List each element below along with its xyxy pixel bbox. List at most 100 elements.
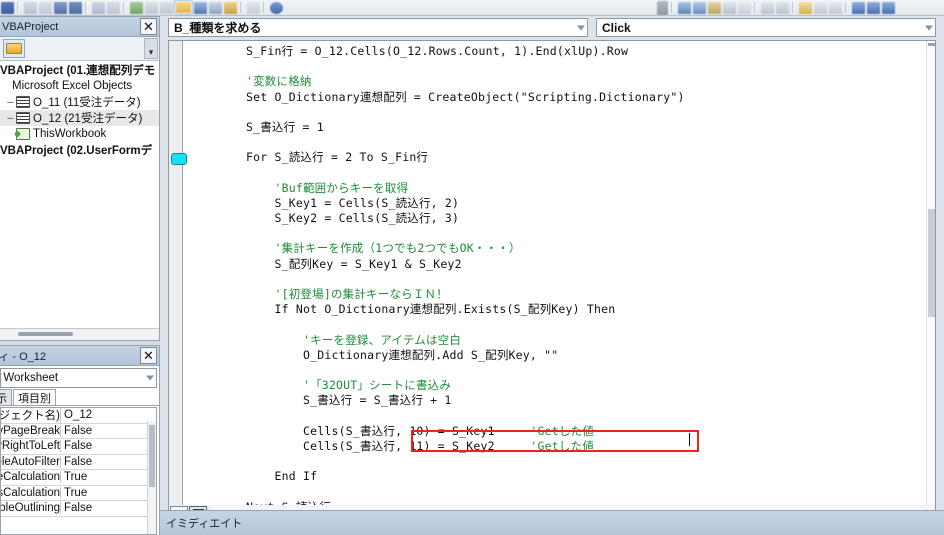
- code-line[interactable]: S_書込行 = 1: [189, 120, 925, 135]
- code-line[interactable]: O_Dictionary連想配列.Add S_配列Key, "": [189, 348, 925, 363]
- code-line[interactable]: '[初登場]の集計キーならＩＮ！: [189, 287, 925, 302]
- property-row[interactable]: (オブジェクト名) O_12: [1, 408, 156, 424]
- scrollbar-thumb[interactable]: [149, 425, 155, 487]
- code-line[interactable]: '変数に格納: [189, 74, 925, 89]
- code-line[interactable]: Cells(S_書込行, 10) = S_Key1 'Getした値: [189, 424, 925, 439]
- property-value[interactable]: True: [61, 471, 156, 483]
- tree-item-thisworkbook[interactable]: ThisWorkbook: [0, 126, 159, 142]
- property-row[interactable]: DisplayRightToLeft False: [1, 439, 156, 455]
- expander-icon[interactable]: ─: [6, 113, 15, 123]
- close-icon[interactable]: ✕: [140, 347, 157, 364]
- object-combo[interactable]: B_種類を求める: [168, 18, 588, 37]
- bring-front-icon[interactable]: [799, 1, 812, 14]
- property-value[interactable]: True: [61, 487, 156, 499]
- properties-tabs[interactable]: 全体表示 項目別: [0, 388, 159, 406]
- properties-object-select[interactable]: O_12 Worksheet: [0, 368, 157, 388]
- procedure-combo[interactable]: Click: [596, 18, 936, 37]
- code-line[interactable]: [189, 166, 925, 181]
- code-line[interactable]: [189, 105, 925, 120]
- tab-alphabetic[interactable]: 全体表示: [0, 389, 12, 405]
- zoom-out-icon[interactable]: [867, 1, 880, 14]
- redo-icon[interactable]: [39, 1, 52, 14]
- panel-resize-handle[interactable]: ▾: [144, 38, 158, 59]
- code-line[interactable]: [189, 272, 925, 287]
- tree-item-sheet-o12[interactable]: ─ O_12 (21受注データ): [0, 110, 159, 126]
- center-form-icon[interactable]: [723, 1, 736, 14]
- tree-item-project-01[interactable]: VBAProject (01.連想配列デモ: [0, 62, 159, 78]
- properties-window-icon[interactable]: [209, 1, 222, 14]
- code-line[interactable]: S_Key2 = Cells(S_読込行, 3): [189, 211, 925, 226]
- properties-grid[interactable]: (オブジェクト名) O_12 DisplayPageBreak False Di…: [0, 407, 157, 535]
- code-line[interactable]: [189, 317, 925, 332]
- run-macro-icon[interactable]: [130, 1, 143, 14]
- code-margin-indicator-bar[interactable]: [169, 41, 187, 505]
- toolbox-icon[interactable]: [247, 1, 260, 14]
- project-explorer-toolbar[interactable]: ▾: [0, 37, 159, 61]
- code-line[interactable]: '「32OUT」シートに書込み: [189, 378, 925, 393]
- excel-view-icon[interactable]: [1, 1, 14, 14]
- arrange-icon[interactable]: [738, 1, 751, 14]
- property-row[interactable]: EnableFormatConditionsCalculation True: [1, 486, 156, 501]
- align-top-icon[interactable]: [814, 1, 827, 14]
- undo-icon[interactable]: [24, 1, 37, 14]
- property-value[interactable]: False: [61, 425, 156, 437]
- zoom-in-icon[interactable]: [852, 1, 865, 14]
- code-line[interactable]: S_Fin行 = O_12.Cells(O_12.Rows.Count, 1).…: [189, 44, 925, 59]
- align-bottom-icon[interactable]: [829, 1, 842, 14]
- zoom-reset-icon[interactable]: [882, 1, 895, 14]
- code-vscrollbar[interactable]: [926, 41, 935, 505]
- property-row[interactable]: EnableAutoFilter False: [1, 455, 156, 470]
- tab-categorized[interactable]: 項目別: [13, 389, 56, 405]
- code-line[interactable]: 'キーを登録、アイテムは空白: [189, 333, 925, 348]
- scroll-up-arrow[interactable]: [928, 43, 935, 46]
- tree-item-sheet-o11[interactable]: ─ O_11 (11受注データ): [0, 94, 159, 110]
- tree-item-project-02[interactable]: VBAProject (02.UserFormデ: [0, 142, 159, 158]
- code-line[interactable]: [189, 409, 925, 424]
- toggle-folders-button[interactable]: [3, 39, 25, 58]
- chevron-down-icon[interactable]: [146, 375, 154, 381]
- dropdown-icon[interactable]: [657, 0, 668, 15]
- scrollbar-thumb[interactable]: [18, 332, 73, 336]
- close-icon[interactable]: ✕: [140, 18, 157, 35]
- code-line[interactable]: '集計キーを作成（1つでも2つでもOK・・・）: [189, 241, 925, 256]
- property-value[interactable]: False: [61, 502, 156, 514]
- code-line[interactable]: For S_読込行 = 2 To S_Fin行: [189, 150, 925, 165]
- code-line[interactable]: If Not O_Dictionary連想配列.Exists(S_配列Key) …: [189, 302, 925, 317]
- make-same-size-icon[interactable]: [708, 1, 721, 14]
- property-row[interactable]: DisplayPageBreak False: [1, 424, 156, 439]
- code-line[interactable]: [189, 59, 925, 74]
- help-icon[interactable]: [270, 1, 283, 14]
- code-line[interactable]: [189, 135, 925, 150]
- paste-icon[interactable]: [107, 1, 120, 14]
- align-center-icon[interactable]: [693, 1, 706, 14]
- cut-icon[interactable]: [69, 1, 82, 14]
- code-line[interactable]: S_配列Key = S_Key1 & S_Key2: [189, 257, 925, 272]
- project-tree[interactable]: VBAProject (01.連想配列デモ Microsoft Excel Ob…: [0, 61, 159, 328]
- tree-item-excel-objects[interactable]: Microsoft Excel Objects: [0, 78, 159, 94]
- project-tree-hscrollbar[interactable]: [0, 328, 159, 340]
- break-icon[interactable]: [145, 1, 158, 14]
- code-line[interactable]: Cells(S_書込行, 11) = S_Key2 'Getした値: [189, 439, 925, 454]
- expander-icon[interactable]: ─: [6, 97, 15, 107]
- property-value[interactable]: False: [61, 440, 156, 452]
- group-icon[interactable]: [761, 1, 774, 14]
- code-editor[interactable]: S_Fin行 = O_12.Cells(O_12.Rows.Count, 1).…: [168, 40, 936, 506]
- code-line[interactable]: 'Buf範囲からキーを取得: [189, 181, 925, 196]
- code-line[interactable]: End If: [189, 469, 925, 484]
- save-icon[interactable]: [54, 1, 67, 14]
- chevron-down-icon[interactable]: [577, 25, 585, 30]
- properties-vscrollbar[interactable]: [147, 421, 156, 534]
- code-line[interactable]: [189, 454, 925, 469]
- property-value[interactable]: False: [61, 456, 156, 468]
- property-row[interactable]: EnableCalculation True: [1, 470, 156, 486]
- code-line[interactable]: [189, 484, 925, 499]
- project-explorer-icon[interactable]: [194, 1, 207, 14]
- property-row[interactable]: EnableOutlining False: [1, 501, 156, 517]
- property-value[interactable]: O_12: [61, 409, 156, 421]
- code-line[interactable]: S_Key1 = Cells(S_読込行, 2): [189, 196, 925, 211]
- copy-icon[interactable]: [92, 1, 105, 14]
- object-browser-icon[interactable]: [224, 1, 237, 14]
- align-left-icon[interactable]: [678, 1, 691, 14]
- code-line[interactable]: [189, 226, 925, 241]
- code-line[interactable]: [189, 363, 925, 378]
